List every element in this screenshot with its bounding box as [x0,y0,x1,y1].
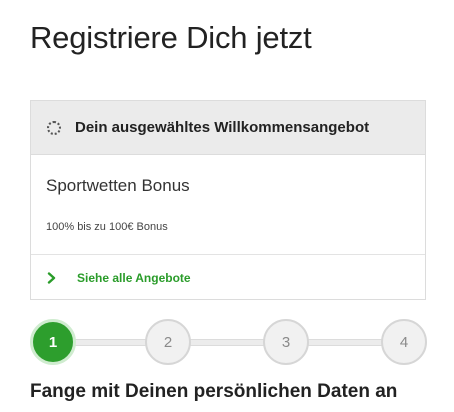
stepper-track [53,339,403,346]
registration-stepper: 1 2 3 4 [30,319,427,365]
offer-name: Sportwetten Bonus [46,176,190,195]
offer-header: Dein ausgewähltes Willkommensangebot [31,101,425,155]
chevron-right-icon [47,272,63,284]
step-2[interactable]: 2 [145,319,191,365]
see-all-offers-label: Siehe alle Angebote [77,271,191,285]
offer-body: Sportwetten Bonus 100% bis zu 100€ Bonus [31,155,425,255]
registration-page: Registriere Dich jetzt Dein ausgewähltes… [0,0,454,412]
see-all-offers-link[interactable]: Siehe alle Angebote [31,255,425,301]
step-3[interactable]: 3 [263,319,309,365]
step-4[interactable]: 4 [381,319,427,365]
step-1[interactable]: 1 [30,319,76,365]
page-title: Registriere Dich jetzt [30,20,312,55]
welcome-offer-card: Dein ausgewähltes Willkommensangebot Spo… [30,100,426,300]
section-heading: Fange mit Deinen persönlichen Daten an [30,381,398,402]
offer-header-title: Dein ausgewähltes Willkommensangebot [75,119,370,136]
spinner-icon [47,120,61,135]
offer-detail: 100% bis zu 100€ Bonus [46,221,168,233]
